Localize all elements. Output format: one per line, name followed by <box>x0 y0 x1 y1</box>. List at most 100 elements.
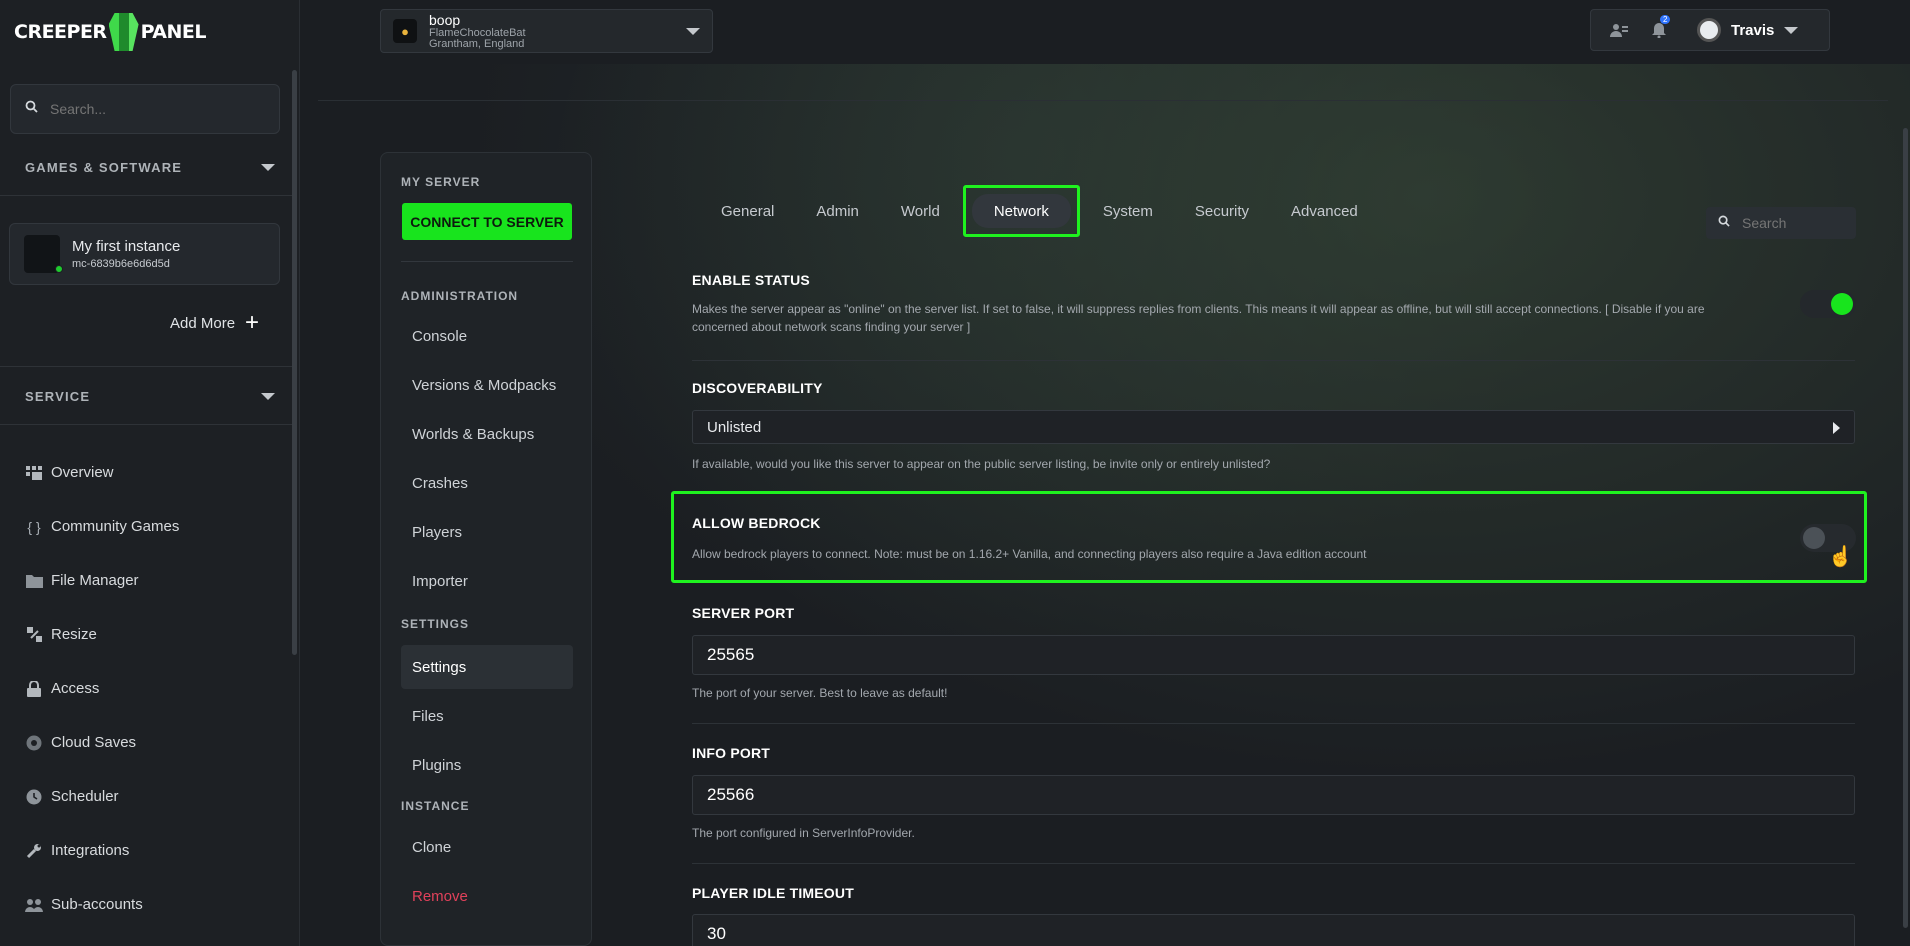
connect-to-server-button[interactable]: CONNECT TO SERVER <box>402 203 572 240</box>
divider <box>692 723 1855 724</box>
toggle-knob <box>1803 527 1825 549</box>
discoverability-select[interactable]: Unlisted <box>692 410 1855 444</box>
sidebar-item-scheduler[interactable]: Scheduler <box>25 788 119 805</box>
server-port-title: SERVER PORT <box>692 605 795 621</box>
logo-text-right: PANEL <box>140 21 207 43</box>
main-scrollbar[interactable] <box>1903 128 1908 928</box>
add-more-button[interactable]: Add More + <box>170 309 260 336</box>
player-idle-timeout-input[interactable] <box>692 914 1855 946</box>
subnav-item-importer[interactable]: Importer <box>412 573 468 590</box>
divider <box>692 360 1855 361</box>
user-switch-icon[interactable] <box>1599 23 1639 37</box>
tab-security[interactable]: Security <box>1174 193 1270 229</box>
server-user: FlameChocolateBat <box>429 26 526 39</box>
wrench-icon <box>25 843 43 859</box>
info-port-desc: The port configured in ServerInfoProvide… <box>692 826 915 840</box>
settings-heading: SETTINGS <box>401 617 470 631</box>
subnav-item-players[interactable]: Players <box>412 524 462 541</box>
sidebar-item-label: Overview <box>51 464 114 481</box>
sidebar-item-label: Community Games <box>51 518 180 535</box>
sidebar-item-community-games[interactable]: { } Community Games <box>25 518 179 535</box>
sidebar: CREEPER PANEL GAMES & SOFTWARE My first … <box>0 0 300 946</box>
user-menu[interactable]: Travis <box>1697 18 1799 42</box>
chevron-down-icon[interactable] <box>1784 26 1799 34</box>
sidebar-item-sub-accounts[interactable]: Sub-accounts <box>25 896 143 913</box>
settings-search-input[interactable] <box>1742 215 1842 231</box>
sidebar-item-label: Integrations <box>51 842 130 859</box>
settings-search[interactable] <box>1706 207 1856 239</box>
settings-tabs: General Admin World Network System Secur… <box>700 185 1379 237</box>
allow-bedrock-title: ALLOW BEDROCK <box>692 515 821 531</box>
subnav-item-console[interactable]: Console <box>412 328 467 345</box>
search-icon <box>1718 214 1730 232</box>
sidebar-item-access[interactable]: Access <box>25 680 99 697</box>
divider <box>692 863 1855 864</box>
instance-name: My first instance <box>72 238 181 255</box>
plus-icon: + <box>245 309 260 336</box>
chevron-down-icon[interactable] <box>261 164 275 171</box>
instance-id: mc-6839b6e6d6d5d <box>72 258 170 270</box>
subnav-item-plugins[interactable]: Plugins <box>412 757 461 774</box>
tab-network[interactable]: Network <box>971 194 1071 228</box>
server-name: boop <box>429 11 461 28</box>
games-software-section[interactable]: GAMES & SOFTWARE <box>25 160 275 175</box>
creeperpanel-logo[interactable]: CREEPER PANEL <box>14 13 207 51</box>
cloud-icon <box>25 735 43 751</box>
chevron-down-icon[interactable] <box>686 28 700 35</box>
resize-icon <box>25 627 43 643</box>
subnav-item-settings[interactable]: Settings <box>401 645 573 689</box>
creeper-cube-icon <box>108 13 139 51</box>
sidebar-item-label: Resize <box>51 626 97 643</box>
users-icon <box>25 897 43 913</box>
divider <box>0 366 292 367</box>
enable-status-toggle[interactable] <box>1800 290 1856 318</box>
notification-badge: 2 <box>1660 14 1671 24</box>
sidebar-search[interactable] <box>10 84 280 134</box>
info-port-input[interactable] <box>692 775 1855 815</box>
server-location: Grantham, England <box>429 37 525 50</box>
games-software-label: GAMES & SOFTWARE <box>25 160 183 175</box>
toggle-knob <box>1831 293 1853 315</box>
subnav-item-worlds-backups[interactable]: Worlds & Backups <box>412 426 534 443</box>
avatar <box>1697 18 1721 42</box>
search-icon <box>25 100 38 118</box>
allow-bedrock-highlight <box>671 491 1867 583</box>
tab-general[interactable]: General <box>700 193 795 229</box>
instance-card[interactable]: My first instance mc-6839b6e6d6d5d <box>9 223 280 285</box>
logo-text-left: CREEPER <box>14 21 107 43</box>
service-section[interactable]: SERVICE <box>25 389 275 404</box>
sidebar-item-cloud-saves[interactable]: Cloud Saves <box>25 734 136 751</box>
server-port-desc: The port of your server. Best to leave a… <box>692 686 948 700</box>
bell-icon[interactable]: 2 <box>1639 14 1679 38</box>
sidebar-item-label: Cloud Saves <box>51 734 137 751</box>
tab-network-highlight[interactable]: Network <box>962 185 1080 237</box>
sidebar-item-integrations[interactable]: Integrations <box>25 842 129 859</box>
tab-system[interactable]: System <box>1082 193 1174 229</box>
divider <box>0 424 292 425</box>
add-more-label: Add More <box>170 314 236 332</box>
online-status-dot <box>55 265 63 273</box>
subnav-item-crashes[interactable]: Crashes <box>412 475 468 492</box>
server-subnav: MY SERVER CONNECT TO SERVER ADMINISTRATI… <box>380 152 592 946</box>
player-idle-timeout-title: PLAYER IDLE TIMEOUT <box>692 885 854 901</box>
discoverability-desc: If available, would you like this server… <box>692 457 1271 471</box>
my-server-heading: MY SERVER <box>401 175 481 189</box>
tab-world[interactable]: World <box>880 193 961 229</box>
subnav-item-remove[interactable]: Remove <box>412 888 468 905</box>
service-label: SERVICE <box>25 389 91 404</box>
braces-icon: { } <box>27 518 41 535</box>
sidebar-item-file-manager[interactable]: File Manager <box>25 572 139 589</box>
chevron-down-icon[interactable] <box>261 393 275 400</box>
subnav-item-files[interactable]: Files <box>412 708 444 725</box>
sidebar-scrollbar[interactable] <box>292 70 297 655</box>
divider <box>401 261 573 262</box>
sidebar-item-overview[interactable]: Overview <box>25 464 114 481</box>
tab-advanced[interactable]: Advanced <box>1270 193 1379 229</box>
sidebar-item-resize[interactable]: Resize <box>25 626 97 643</box>
sidebar-search-input[interactable] <box>50 101 250 117</box>
subnav-item-versions-modpacks[interactable]: Versions & Modpacks <box>412 377 556 394</box>
server-port-input[interactable] <box>692 635 1855 675</box>
tab-admin[interactable]: Admin <box>795 193 880 229</box>
server-selector[interactable]: ● boop FlameChocolateBat Grantham, Engla… <box>380 9 713 53</box>
subnav-item-clone[interactable]: Clone <box>412 839 451 856</box>
